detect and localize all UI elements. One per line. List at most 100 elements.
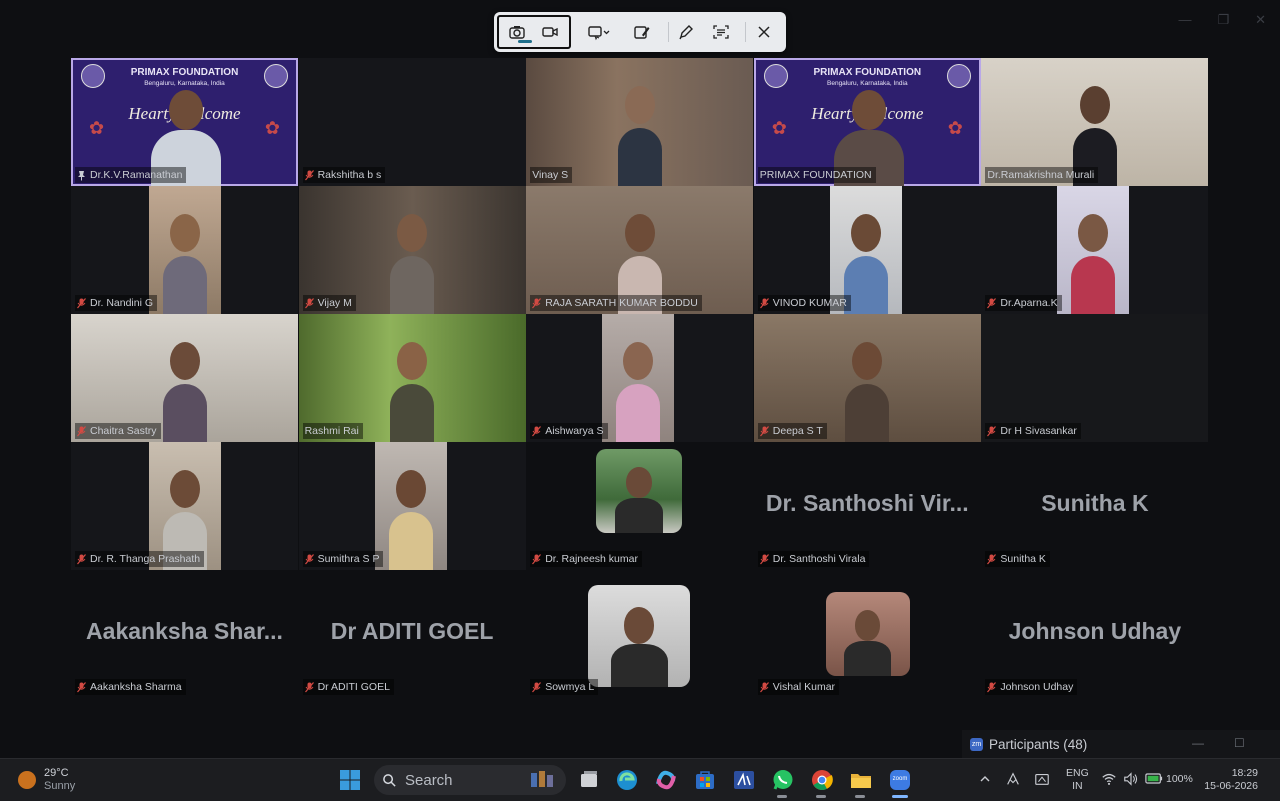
participant-tile[interactable]: Dr. Santhoshi Vir... Dr. Santhoshi Virala <box>753 442 981 570</box>
weather-condition: Sunny <box>44 780 76 792</box>
flower-icon: ✿ <box>89 118 105 138</box>
start-button[interactable] <box>337 767 363 793</box>
person-face <box>169 342 200 380</box>
muted-mic-icon <box>77 681 86 692</box>
zoom-app-button[interactable]: zoom <box>887 767 913 793</box>
edit-snip-button[interactable] <box>628 18 656 46</box>
folder-icon <box>851 774 871 788</box>
whatsapp-icon <box>773 770 793 790</box>
weather-temperature: 29°C <box>44 767 69 779</box>
participant-name: Vinay S <box>532 169 569 181</box>
language-code: ENG <box>1066 767 1089 779</box>
muted-mic-icon <box>759 681 769 692</box>
participant-tile[interactable]: Vishal Kumar <box>753 570 981 698</box>
participant-name-label: Vinay S <box>530 167 573 183</box>
edge-browser-button[interactable] <box>614 767 640 793</box>
weather-widget[interactable]: 29°C Sunny <box>18 767 75 793</box>
person-body <box>616 384 661 442</box>
participant-tile[interactable]: Johnson Udhay Johnson Udhay <box>981 570 1209 698</box>
store-icon <box>696 771 714 789</box>
participant-name: Rashmi Rai <box>304 425 359 437</box>
running-indicator <box>816 795 826 798</box>
participant-tile[interactable]: Dr H Sivasankar <box>981 314 1209 442</box>
close-snip-button[interactable] <box>750 18 778 46</box>
participant-name: Dr.Ramakrishna Murali <box>987 169 1095 181</box>
file-explorer-button[interactable] <box>848 767 874 793</box>
whatsapp-button[interactable] <box>770 767 796 793</box>
participant-tile[interactable]: Dr. R. Thanga Prashath <box>71 442 298 570</box>
copilot-button[interactable] <box>653 767 679 793</box>
muted-mic-icon <box>987 425 997 436</box>
language-indicator[interactable]: ENG IN <box>1066 767 1089 793</box>
participant-name: Dr. Nandini G <box>90 297 154 309</box>
participant-name: Chaitra Sastry <box>90 425 157 437</box>
participant-tile[interactable]: Sunitha K Sunitha K <box>981 442 1209 570</box>
math-app-button[interactable] <box>731 767 757 793</box>
participant-tile[interactable]: Sumithra S P <box>298 442 526 570</box>
participant-tile[interactable]: PRIMAX FOUNDATION Bengaluru, Karnataka, I… <box>753 58 981 186</box>
running-indicator <box>777 795 787 798</box>
banner-title: PRIMAX FOUNDATION <box>813 67 922 78</box>
microsoft-store-button[interactable] <box>692 767 718 793</box>
participant-tile[interactable]: Dr. Rajneesh kumar <box>526 442 754 570</box>
participant-tile[interactable]: Aishwarya S <box>526 314 754 442</box>
panel-minimize-icon[interactable]: — <box>1192 736 1204 750</box>
pen-icon <box>679 25 693 40</box>
participant-tile[interactable]: RAJA SARATH KUMAR BODDU <box>526 186 754 314</box>
task-view-button[interactable] <box>576 767 602 793</box>
participant-tile[interactable]: PRIMAX FOUNDATION Bengaluru, Karnataka, I… <box>71 58 298 186</box>
camera-mode-button[interactable] <box>503 18 532 46</box>
video-feed <box>149 186 221 314</box>
participant-name-label: Sunitha K <box>985 551 1050 567</box>
participant-tile[interactable]: Dr. Nandini G <box>71 186 298 314</box>
participants-panel-header[interactable]: zm Participants (48) — ☐ <box>962 730 1280 758</box>
participant-tile[interactable]: VINOD KUMAR <box>753 186 981 314</box>
participant-name: Sumithra S P <box>317 553 380 565</box>
participant-tile[interactable]: Chaitra Sastry <box>71 314 298 442</box>
participant-tile[interactable]: Deepa S T <box>753 314 981 442</box>
chevron-up-icon[interactable] <box>979 773 991 785</box>
panel-maximize-icon[interactable]: ☐ <box>1234 736 1245 750</box>
participant-tile[interactable]: Vinay S <box>526 58 754 186</box>
participant-name-label: Rakshitha b s <box>302 167 386 183</box>
participant-name: Aishwarya S <box>545 425 604 437</box>
toolbar-divider <box>668 22 669 42</box>
participant-tile[interactable]: Rashmi Rai <box>298 314 526 442</box>
rectangle-snip-button[interactable] <box>582 18 616 46</box>
participant-name-label: Aakanksha Sharma <box>75 679 186 695</box>
muted-mic-icon <box>987 553 997 564</box>
participant-tile[interactable]: Dr.Aparna.K <box>981 186 1209 314</box>
muted-mic-icon <box>759 297 769 308</box>
person-face <box>624 86 655 124</box>
participant-tile[interactable]: Sowmya L <box>526 570 754 698</box>
participant-name: RAJA SARATH KUMAR BODDU <box>545 297 698 309</box>
maximize-button[interactable]: ❐ <box>1217 12 1229 28</box>
participant-tile[interactable]: Dr.Ramakrishna Murali <box>981 58 1209 186</box>
participant-tile[interactable]: Aakanksha Shar... Aakanksha Sharma <box>71 570 298 698</box>
participant-name: PRIMAX FOUNDATION <box>759 169 872 181</box>
participant-tile[interactable]: Rakshitha b s <box>298 58 526 186</box>
active-indicator <box>518 40 532 43</box>
person-body <box>617 128 662 186</box>
participant-name-label: RAJA SARATH KUMAR BODDU <box>530 295 702 311</box>
system-clock[interactable]: 18:29 15-06-2026 <box>1204 767 1258 793</box>
close-window-button[interactable]: ✕ <box>1255 12 1266 28</box>
search-input[interactable] <box>403 770 527 790</box>
volume-icon[interactable] <box>1123 771 1139 787</box>
participant-name: Sowmya L <box>545 681 595 693</box>
participant-tile[interactable]: Dr ADITI GOEL Dr ADITI GOEL <box>298 570 526 698</box>
participant-tile[interactable]: Vijay M <box>298 186 526 314</box>
text-actions-button[interactable] <box>707 18 735 46</box>
person-face <box>170 470 200 508</box>
file-explorer-dark-icon <box>581 771 597 787</box>
chrome-button[interactable] <box>809 767 835 793</box>
taskbar-search[interactable] <box>374 765 566 795</box>
location-icon[interactable] <box>1005 771 1021 787</box>
video-mode-button[interactable] <box>536 18 564 46</box>
minimize-button[interactable]: — <box>1178 12 1191 28</box>
pen-button[interactable] <box>672 18 700 46</box>
battery-charging-icon[interactable] <box>1145 772 1163 785</box>
meet-now-icon[interactable] <box>1034 771 1050 787</box>
wifi-icon[interactable] <box>1101 771 1117 787</box>
participant-name-label: Dr.Aparna.K <box>985 295 1062 311</box>
